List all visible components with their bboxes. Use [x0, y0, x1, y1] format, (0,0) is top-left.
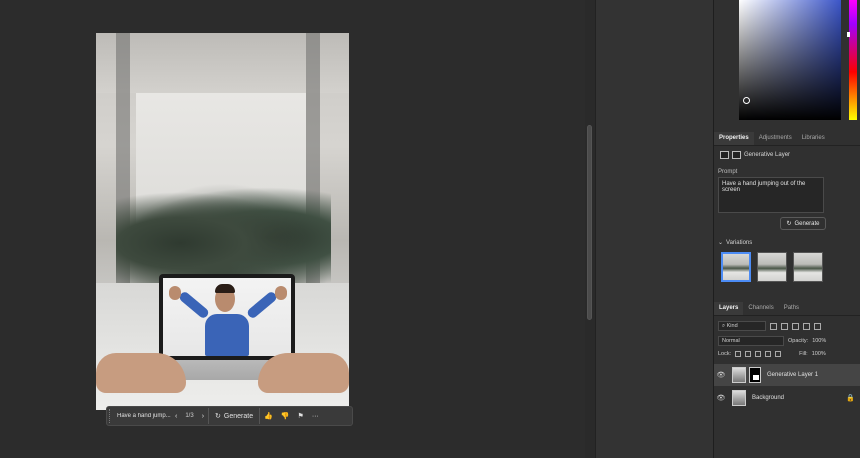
canvas-workspace[interactable]: Have a hand jump... ‹ 1/3 › ↻ Generate 👍… [0, 0, 585, 458]
person-hair [215, 284, 235, 293]
layer-name[interactable]: Background [752, 395, 784, 401]
tab-adjustments[interactable]: Adjustments [754, 132, 797, 145]
opacity-value[interactable]: 100% [812, 338, 826, 344]
tab-paths[interactable]: Paths [779, 302, 804, 315]
tab-channels[interactable]: Channels [743, 302, 778, 315]
layer-type-icon [720, 151, 729, 159]
lock-label: Lock: [718, 351, 732, 357]
hue-slider[interactable] [847, 0, 857, 120]
canvas-vertical-scrollbar[interactable] [585, 0, 595, 458]
kind-filter-value: Kind [726, 323, 738, 329]
panel-gutter [595, 0, 713, 458]
search-icon: ⌕ [722, 323, 726, 329]
image-plants [116, 183, 331, 283]
adjustment-filter-icon[interactable] [781, 322, 788, 330]
properties-layer-type: Generative Layer [720, 151, 790, 159]
thumbs-down-icon: 👎 [280, 413, 290, 420]
right-panel: Properties Adjustments Libraries Generat… [713, 0, 860, 458]
refresh-icon: ↻ [215, 413, 221, 420]
mask-icon [732, 151, 741, 159]
taskbar-generate-label: Generate [223, 412, 254, 420]
contextual-task-bar: Have a hand jump... ‹ 1/3 › ↻ Generate 👍… [106, 406, 353, 426]
document-image[interactable] [96, 33, 349, 410]
variation-page-indicator: 1/3 [185, 413, 194, 419]
layer-mask-thumbnail[interactable] [749, 367, 761, 383]
person-body [205, 314, 249, 356]
chevron-down-icon: ⌄ [718, 240, 724, 246]
prompt-label: Prompt [718, 169, 738, 175]
properties-generate-button[interactable]: ↻ Generate [780, 217, 826, 230]
report-button[interactable]: ⚑ [294, 408, 308, 424]
lock-transparency-icon[interactable] [735, 351, 742, 357]
prev-variation-button[interactable]: ‹ [171, 408, 181, 424]
lock-artboard-icon[interactable] [765, 351, 772, 357]
scrollbar-thumb[interactable] [587, 125, 592, 320]
opacity-label: Opacity: [788, 338, 809, 344]
layer-row-background[interactable]: 👁 Background 🔒 [714, 387, 860, 409]
layer-name[interactable]: Generative Layer 1 [767, 372, 818, 378]
lock-all-icon[interactable] [775, 351, 782, 357]
variation-thumbnail-3[interactable] [793, 252, 823, 282]
properties-tabbar: Properties Adjustments Libraries [714, 132, 860, 146]
layers-tabbar: Layers Channels Paths [714, 302, 860, 316]
person-arm-right [245, 290, 279, 320]
person-arm-left [177, 290, 211, 320]
variation-thumbnail-2[interactable] [757, 252, 787, 282]
layer-kind-filter[interactable]: ⌕ Kind [718, 321, 766, 331]
refresh-icon: ↻ [786, 221, 792, 227]
laptop-screen-content [163, 278, 291, 356]
thumbs-up-icon: 👍 [264, 413, 273, 420]
chevron-right-icon: › [201, 412, 205, 420]
layer-thumbnail [732, 367, 746, 383]
laptop-screen [159, 274, 295, 360]
lock-row: Lock: Fill: 100% [718, 351, 826, 357]
lock-position-icon[interactable] [755, 351, 762, 357]
thumbs-up-button[interactable]: 👍 [260, 408, 277, 424]
tab-libraries[interactable]: Libraries [797, 132, 830, 145]
variation-thumbnail-1[interactable] [721, 252, 751, 282]
taskbar-drag-handle[interactable] [109, 409, 113, 423]
blend-mode-select[interactable]: Normal [718, 336, 784, 346]
variations-thumbnails [721, 252, 823, 282]
real-hand-left [96, 353, 186, 393]
color-picker-field[interactable] [739, 0, 841, 120]
taskbar-generate-button[interactable]: ↻ Generate [208, 408, 261, 424]
person-hand-right [275, 286, 287, 300]
pixel-filter-icon[interactable] [770, 322, 777, 330]
type-filter-icon[interactable] [792, 322, 799, 330]
fill-value[interactable]: 100% [812, 351, 826, 357]
chevron-left-icon: ‹ [175, 412, 178, 420]
shape-filter-icon[interactable] [803, 322, 810, 330]
blend-row: Normal Opacity: 100% [718, 336, 826, 346]
layer-thumbnail [732, 390, 746, 406]
tab-properties[interactable]: Properties [714, 132, 754, 145]
taskbar-prompt-field[interactable]: Have a hand jump... [117, 413, 171, 419]
properties-generate-label: Generate [794, 220, 820, 227]
real-hand-right [258, 353, 349, 393]
fill-label: Fill: [799, 351, 808, 357]
flag-icon: ⚑ [297, 413, 304, 420]
color-picker-cursor[interactable] [743, 97, 750, 104]
lock-pixels-icon[interactable] [745, 351, 752, 357]
more-options-button[interactable]: ··· [308, 408, 323, 424]
tab-layers[interactable]: Layers [714, 302, 744, 315]
person-hand-left [169, 286, 181, 300]
more-icon: ··· [311, 412, 319, 420]
smart-object-filter-icon[interactable] [814, 322, 821, 330]
prompt-textarea[interactable]: Have a hand jumping out of the screen [718, 177, 824, 213]
photoshop-window: Have a hand jump... ‹ 1/3 › ↻ Generate 👍… [0, 0, 860, 458]
eye-icon[interactable]: 👁 [714, 371, 728, 379]
variations-header[interactable]: ⌄ Variations [718, 239, 753, 247]
hue-slider-knob[interactable] [847, 32, 850, 37]
thumbs-down-button[interactable]: 👎 [277, 408, 294, 424]
lock-icon: 🔒 [846, 395, 855, 402]
layer-row-generative[interactable]: 👁 Generative Layer 1 [714, 364, 860, 386]
eye-icon[interactable]: 👁 [714, 394, 728, 402]
next-variation-button[interactable]: › [198, 408, 208, 424]
layer-type-label: Generative Layer [744, 152, 791, 158]
variations-label: Variations [726, 239, 753, 246]
layer-filter-row: ⌕ Kind [718, 321, 821, 331]
